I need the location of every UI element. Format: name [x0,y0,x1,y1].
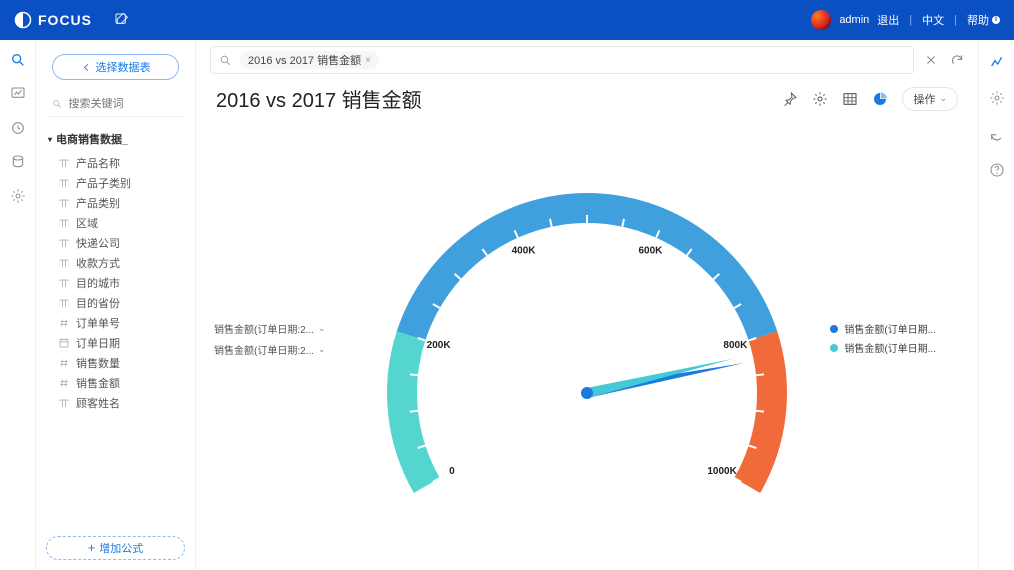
field-item[interactable]: 销售金额 [58,375,185,391]
data-icon[interactable] [10,154,26,170]
logout-link[interactable]: 退出 [877,12,899,28]
field-item[interactable]: 目的省份 [58,295,185,311]
field-type-icon [58,277,70,289]
svg-text:0: 0 [449,466,455,477]
series-picker-b[interactable]: 销售金额(订单日期:2... [214,342,326,357]
svg-text:1000K: 1000K [707,466,737,477]
redo-icon[interactable] [989,126,1005,142]
left-rail [0,40,36,570]
svg-text:600K: 600K [638,246,663,257]
history-icon[interactable] [10,120,26,136]
field-item[interactable]: 销售数量 [58,355,185,371]
gauge-chart: 0 200K 400K 600K 800K 1000K [347,153,827,570]
refresh-icon[interactable] [950,53,964,67]
settings-icon[interactable] [10,188,26,204]
avatar[interactable] [811,10,831,30]
chart-view-icon[interactable] [872,91,888,107]
query-row: 2016 vs 2017 销售金额 × [196,40,978,80]
help-link[interactable]: 帮助 i [967,12,1000,28]
query-input[interactable]: 2016 vs 2017 销售金额 × [210,46,914,74]
tree-root[interactable]: 电商销售数据_ [46,131,185,147]
field-type-icon [58,397,70,409]
field-list: 产品名称产品子类别产品类别区域快递公司收款方式目的城市目的省份订单单号订单日期销… [46,155,185,411]
chip-remove-icon[interactable]: × [365,55,371,66]
main: 2016 vs 2017 销售金额 × 2016 vs 2017 销售金额 操作… [196,40,978,570]
field-item[interactable]: 订单日期 [58,335,185,351]
field-type-icon [58,157,70,169]
help-badge-icon: i [992,16,1000,24]
sidebar: 选择数据表 电商销售数据_ 产品名称产品子类别产品类别区域快递公司收款方式目的城… [36,40,196,570]
series-picker-a[interactable]: 销售金额(订单日期:2... [214,321,326,336]
style-settings-icon[interactable] [989,90,1005,106]
series-picker: 销售金额(订单日期:2... 销售金额(订单日期:2... [214,321,326,357]
clear-icon[interactable] [924,53,938,67]
field-item[interactable]: 订单单号 [58,315,185,331]
page-title: 2016 vs 2017 销售金额 [216,84,422,113]
table-view-icon[interactable] [842,91,858,107]
field-type-icon [58,357,70,369]
search-icon[interactable] [10,52,26,68]
svg-text:400K: 400K [512,246,537,257]
title-row: 2016 vs 2017 销售金额 操作 ⌄ [196,80,978,121]
add-formula-button[interactable]: + 增加公式 [46,536,185,560]
field-type-icon [58,297,70,309]
legend-item-b[interactable]: 销售金额(订单日期... [830,340,936,355]
query-chip[interactable]: 2016 vs 2017 销售金额 × [240,51,379,69]
brand[interactable]: FOCUS [14,11,92,29]
field-item[interactable]: 产品子类别 [58,175,185,191]
brand-logo-icon [14,11,32,29]
field-type-icon [58,377,70,389]
right-rail [978,40,1014,570]
svg-text:800K: 800K [723,340,748,351]
search-icon [219,54,232,67]
help-icon[interactable] [989,162,1005,178]
gear-icon[interactable] [812,91,828,107]
topbar: FOCUS admin 退出 | 中文 | 帮助 i [0,0,1014,40]
svg-text:200K: 200K [427,340,452,351]
sidebar-search-input[interactable] [68,98,179,110]
compose-icon[interactable] [114,12,130,28]
field-item[interactable]: 顾客姓名 [58,395,185,411]
chevron-left-icon [81,62,92,73]
select-table-button[interactable]: 选择数据表 [52,54,179,80]
field-item[interactable]: 产品名称 [58,155,185,171]
legend-item-a[interactable]: 销售金额(订单日期... [830,321,936,336]
language-switch[interactable]: 中文 [922,12,944,28]
field-type-icon [58,317,70,329]
search-icon [52,98,62,110]
brand-text: FOCUS [38,12,92,28]
field-type-icon [58,237,70,249]
field-type-icon [58,217,70,229]
field-type-icon [58,257,70,269]
field-type-icon [58,197,70,209]
field-item[interactable]: 区域 [58,215,185,231]
pin-icon[interactable] [782,91,798,107]
sidebar-search[interactable] [48,98,183,117]
field-item[interactable]: 收款方式 [58,255,185,271]
chart-type-icon[interactable] [989,54,1005,70]
dashboard-icon[interactable] [10,86,26,102]
field-item[interactable]: 目的城市 [58,275,185,291]
chart-stage: 销售金额(订单日期:2... 销售金额(订单日期:2... 0 200K 400K 6… [196,121,978,570]
field-item[interactable]: 产品类别 [58,195,185,211]
operations-button[interactable]: 操作 ⌄ [902,87,958,111]
legend: 销售金额(订单日期... 销售金额(订单日期... [830,321,936,355]
field-item[interactable]: 快递公司 [58,235,185,251]
field-type-icon [58,177,70,189]
field-type-icon [58,337,70,349]
username[interactable]: admin [839,14,869,26]
